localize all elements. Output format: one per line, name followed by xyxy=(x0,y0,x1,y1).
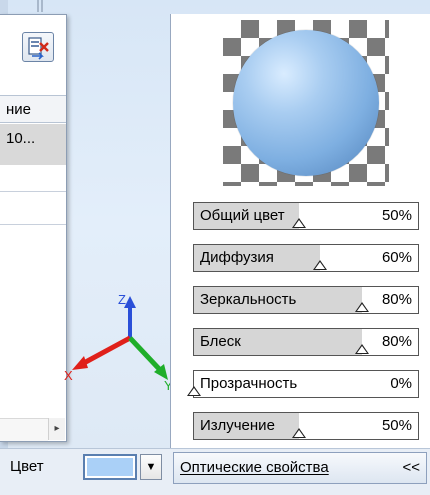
slider-label: Прозрачность xyxy=(200,375,298,392)
slider-label: Общий цвет xyxy=(200,207,285,224)
slider-value: 80% xyxy=(381,333,412,350)
scroll-right-button[interactable]: ▸ xyxy=(48,418,65,440)
slider-label: Излучение xyxy=(200,417,275,434)
color-swatch-fill xyxy=(87,458,133,476)
color-label: Цвет xyxy=(10,458,44,475)
slider-label: Диффузия xyxy=(200,249,274,266)
x-axis-label: X xyxy=(64,368,73,383)
slider-thumb[interactable] xyxy=(355,302,369,312)
material-preview xyxy=(223,20,389,186)
slider-thumb[interactable] xyxy=(355,344,369,354)
horizontal-scrollbar[interactable] xyxy=(0,418,48,441)
slider-specularity[interactable]: Зеркальность 80% xyxy=(193,286,419,314)
row-divider xyxy=(0,224,66,225)
preview-sphere xyxy=(233,30,379,176)
slider-value: 50% xyxy=(381,417,412,434)
slider-emission[interactable]: Излучение 50% xyxy=(193,412,419,440)
optical-properties-panel: Общий цвет 50% Диффузия 60% Зеркальность… xyxy=(170,14,430,448)
list-item-selected[interactable]: 10... xyxy=(0,124,66,165)
slider-value: 80% xyxy=(381,291,412,308)
slider-thumb[interactable] xyxy=(187,386,201,396)
exit-panel-button[interactable] xyxy=(22,32,54,62)
slider-label: Зеркальность xyxy=(200,291,297,308)
slider-value: 50% xyxy=(381,207,412,224)
slider-value: 0% xyxy=(390,375,412,392)
color-swatch[interactable] xyxy=(83,454,137,480)
optical-properties-toggle-button[interactable]: Оптические свойства << xyxy=(173,452,427,484)
slider-gloss[interactable]: Блеск 80% xyxy=(193,328,419,356)
collapse-chevron-icon: << xyxy=(402,459,420,476)
x-axis xyxy=(80,335,132,367)
slider-thumb[interactable] xyxy=(313,260,327,270)
z-axis-label: Z xyxy=(118,292,126,307)
panel-exit-icon xyxy=(28,37,49,60)
chevron-down-icon: ▼ xyxy=(145,461,157,473)
slider-general-color[interactable]: Общий цвет 50% xyxy=(193,202,419,230)
slider-transparency[interactable]: Прозрачность 0% xyxy=(187,370,419,398)
optics-button-label: Оптические свойства xyxy=(180,459,329,476)
color-dropdown-button[interactable]: ▼ xyxy=(140,454,162,480)
top-edge-ticks xyxy=(37,0,43,12)
y-axis xyxy=(128,336,164,374)
axes-gizmo: Z X Y xyxy=(64,292,173,393)
x-axis-arrow xyxy=(72,356,88,370)
column-header[interactable]: ние xyxy=(0,95,66,123)
model-tree-panel: ние 10... ▸ xyxy=(0,14,67,442)
slider-label: Блеск xyxy=(200,333,241,350)
slider-diffusion[interactable]: Диффузия 60% xyxy=(193,244,419,272)
slider-value: 60% xyxy=(381,249,412,266)
slider-thumb[interactable] xyxy=(292,428,306,438)
slider-thumb[interactable] xyxy=(292,218,306,228)
row-divider xyxy=(0,191,66,192)
